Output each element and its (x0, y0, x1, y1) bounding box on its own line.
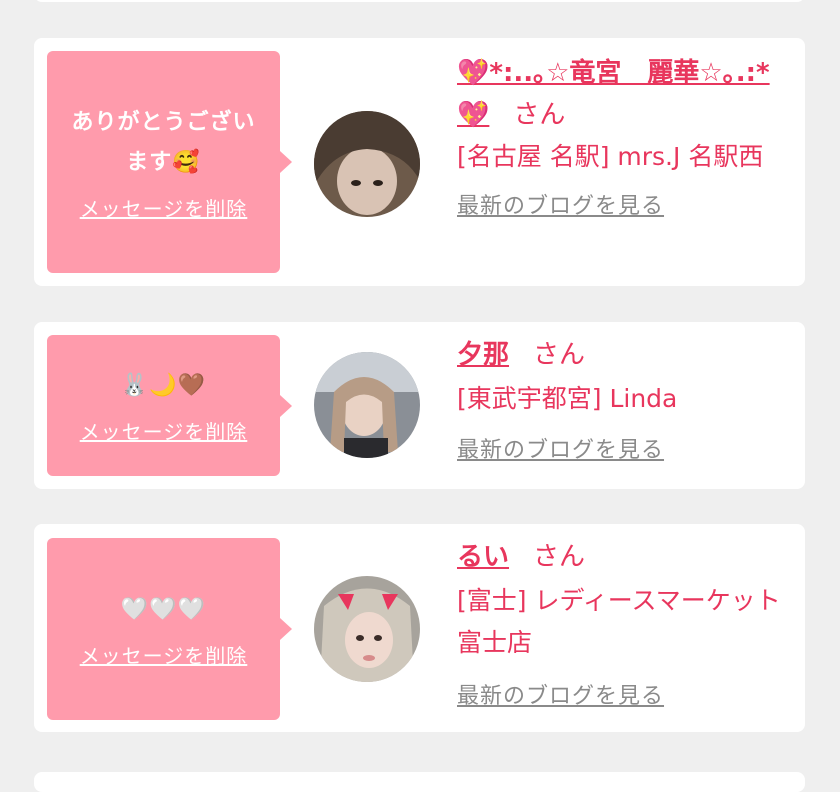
honorific: さん (513, 100, 566, 130)
profile-name-link[interactable]: 夕那 (457, 340, 509, 370)
latest-blog-link[interactable]: 最新のブログを見る (457, 678, 664, 710)
latest-blog-link[interactable]: 最新のブログを見る (457, 188, 664, 220)
avatar[interactable] (314, 111, 420, 217)
profile-info: 💖*:..｡☆竜宮 麗華☆｡.:*💖 さん [名古屋 名駅] mrs.J 名駅西 … (457, 52, 787, 220)
delete-message-link[interactable]: メッセージを削除 (80, 193, 248, 222)
previous-card-edge (34, 0, 805, 2)
latest-blog-link[interactable]: 最新のブログを見る (457, 432, 664, 464)
profile-name-link[interactable]: 💖*:..｡☆竜宮 麗華☆｡.:*💖 (457, 58, 770, 130)
avatar[interactable] (314, 352, 420, 458)
message-card: ありがとうございます🥰 メッセージを削除 💖*:..｡☆竜宮 麗華☆｡.:*💖 さ… (34, 38, 805, 286)
message-card: 🤍🤍🤍 メッセージを削除 るい さん [富士] レディースマーケット 富士店 最新… (34, 524, 805, 732)
message-bubble: ありがとうございます🥰 メッセージを削除 (47, 51, 292, 273)
name-line: るい さん (457, 536, 787, 578)
honorific: さん (533, 542, 586, 572)
profile-info: 夕那 さん [東武宇都宮] Linda 最新のブログを見る (457, 334, 787, 464)
shop-name: [富士] レディースマーケット 富士店 (457, 586, 781, 657)
profile-info: るい さん [富士] レディースマーケット 富士店 最新のブログを見る (457, 536, 787, 710)
message-card: 🐰🌙🤎 メッセージを削除 夕那 さん [東武宇都宮] Linda 最新のブログを見… (34, 322, 805, 489)
message-bubble: 🐰🌙🤎 メッセージを削除 (47, 335, 292, 476)
name-line: 💖*:..｡☆竜宮 麗華☆｡.:*💖 さん (457, 52, 787, 136)
avatar[interactable] (314, 576, 420, 682)
message-text: ありがとうございます🥰 (71, 109, 256, 175)
next-card-edge (34, 772, 805, 792)
shop-name: [東武宇都宮] Linda (457, 384, 678, 413)
message-text: 🤍🤍🤍 (120, 596, 207, 622)
delete-message-link[interactable]: メッセージを削除 (80, 640, 248, 669)
delete-message-link[interactable]: メッセージを削除 (80, 416, 248, 445)
profile-name-link[interactable]: るい (457, 542, 509, 572)
shop-name: [名古屋 名駅] mrs.J 名駅西 (457, 142, 764, 171)
message-bubble: 🤍🤍🤍 メッセージを削除 (47, 538, 292, 720)
honorific: さん (533, 340, 586, 370)
name-line: 夕那 さん (457, 334, 787, 376)
message-text: 🐰🌙🤎 (120, 373, 207, 398)
